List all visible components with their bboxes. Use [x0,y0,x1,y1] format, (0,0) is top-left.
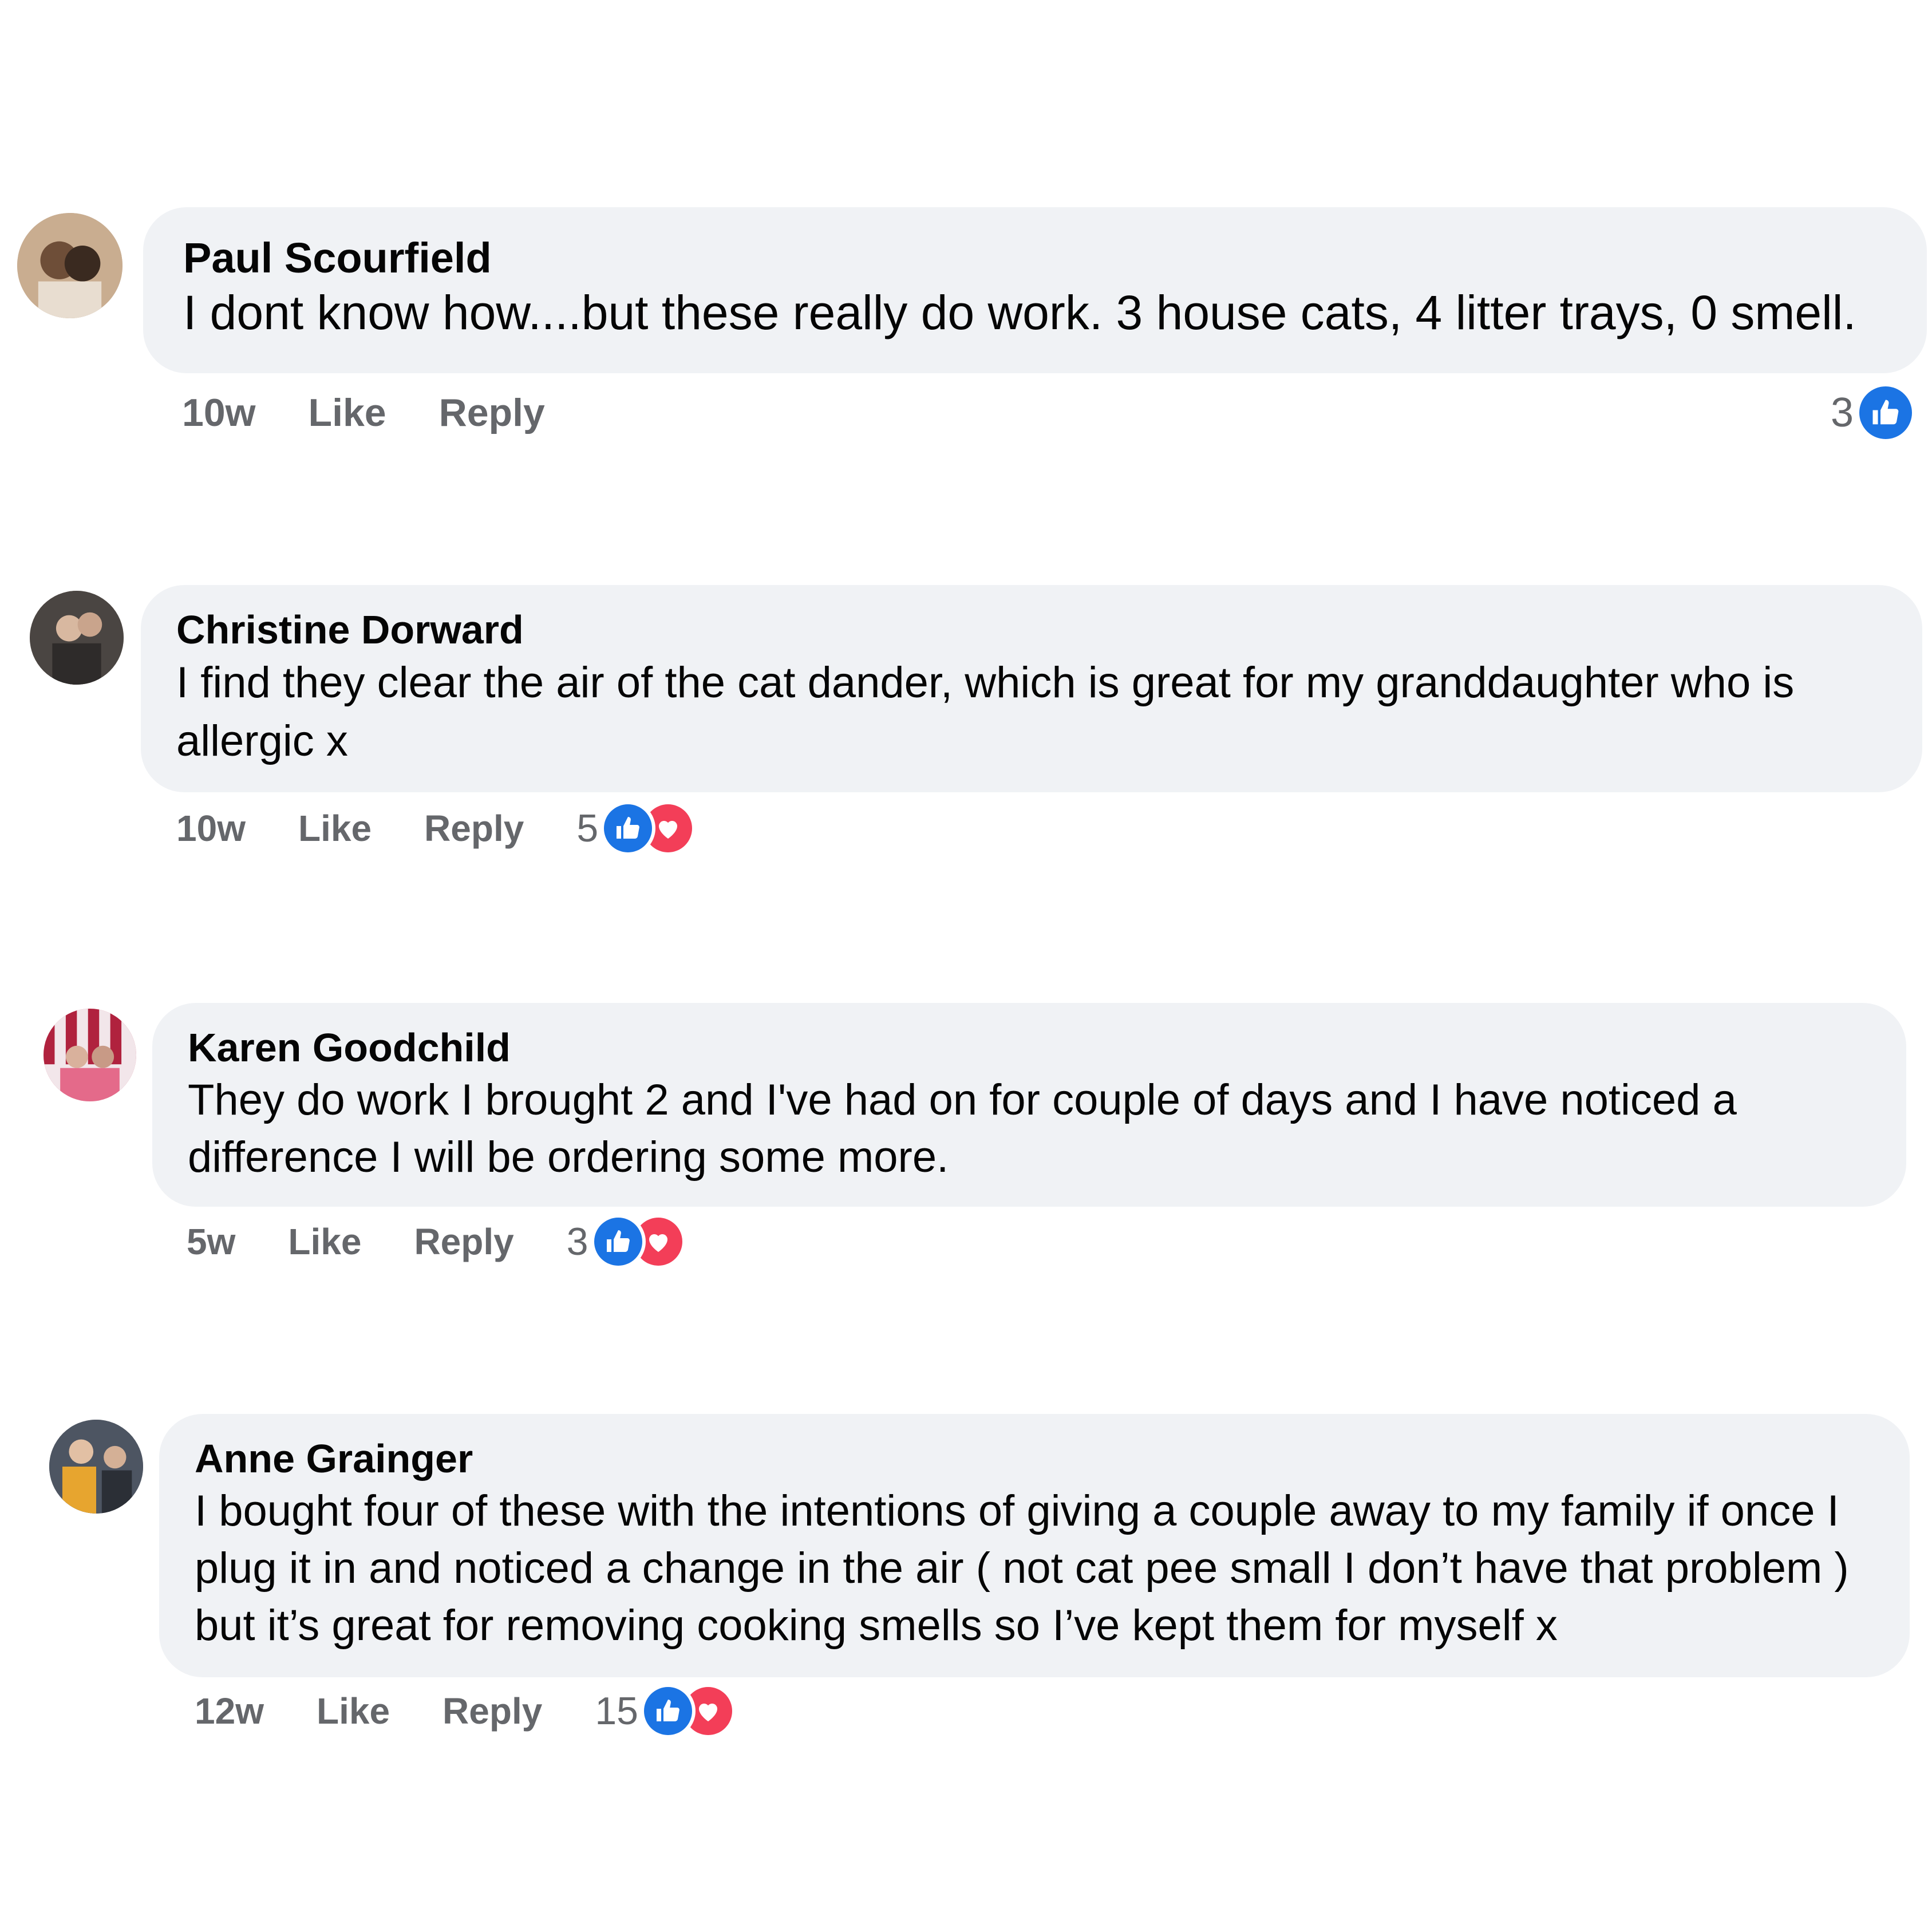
reactions-summary[interactable]: 5 [576,801,696,856]
comment-bubble: Paul Scourfield I dont know how....but t… [143,207,1927,373]
comment-bubble: Anne Grainger I bought four of these wit… [159,1414,1910,1677]
like-icon [640,1684,696,1739]
avatar[interactable] [17,213,123,318]
reply-button[interactable]: Reply [424,807,524,850]
comment-time[interactable]: 12w [195,1690,264,1732]
reaction-count: 3 [1830,390,1854,436]
comment-text: I find they clear the air of the cat dan… [176,658,1795,707]
comment-text: allergic x [176,717,348,765]
reply-button[interactable]: Reply [414,1220,513,1263]
reaction-count: 5 [576,807,599,850]
comment-text: I dont know how....but these really do w… [183,286,1856,339]
reply-button[interactable]: Reply [442,1690,542,1732]
comment-bubble: Karen Goodchild They do work I brought 2… [152,1003,1906,1207]
comment-text: but it’s great for removing cooking smel… [195,1601,1558,1650]
comment-author[interactable]: Karen Goodchild [188,1024,1906,1072]
avatar[interactable] [30,591,124,685]
comment-actions: 12w Like Reply 15 [195,1684,736,1739]
avatar[interactable] [44,1009,136,1101]
like-button[interactable]: Like [288,1220,361,1263]
comment-actions: 10w Like Reply 5 [176,801,696,856]
reactions-summary[interactable]: 3 [567,1214,686,1269]
comment-text: plug it in and noticed a change in the a… [195,1544,1849,1593]
like-button[interactable]: Like [298,807,372,850]
comment-author[interactable]: Paul Scourfield [183,232,1927,284]
comment-actions: 5w Like Reply 3 [187,1214,686,1269]
reply-button[interactable]: Reply [439,390,545,435]
comment-author[interactable]: Christine Dorward [176,606,1922,654]
comment-bubble: Christine Dorward I find they clear the … [141,585,1922,792]
comment-actions: 10w Like Reply 3 [182,383,1915,442]
reaction-count: 15 [595,1689,638,1733]
reactions-summary[interactable]: 15 [595,1684,736,1739]
like-button[interactable]: Like [317,1690,390,1732]
reaction-count: 3 [566,1220,588,1263]
avatar[interactable] [49,1420,143,1514]
like-icon [1856,383,1915,442]
comment-text: I bought four of these with the intentio… [195,1487,1839,1535]
like-button[interactable]: Like [309,390,386,435]
comment-author[interactable]: Anne Grainger [195,1435,1910,1483]
comment-time[interactable]: 5w [187,1220,235,1263]
comment-text: difference I will be ordering some more. [188,1133,949,1182]
reactions-summary[interactable]: 3 [1831,383,1915,442]
like-icon [600,801,656,856]
comment-time[interactable]: 10w [182,390,256,435]
comment-time[interactable]: 10w [176,807,246,850]
comment-text: They do work I brought 2 and I've had on… [188,1076,1737,1124]
like-icon [590,1214,646,1269]
